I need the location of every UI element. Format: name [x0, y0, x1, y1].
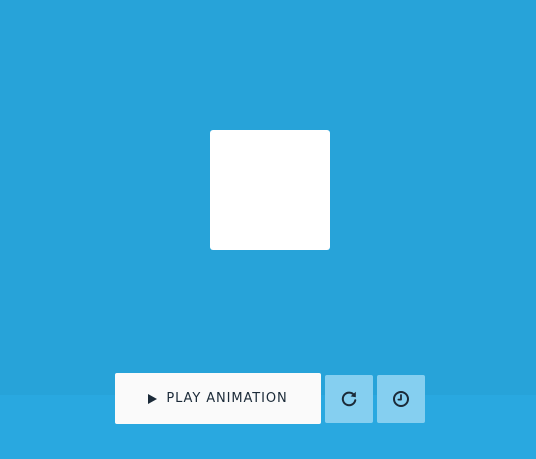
animation-controls: PLAY ANIMATION	[115, 373, 425, 424]
play-animation-button[interactable]: PLAY ANIMATION	[115, 373, 321, 424]
animated-box	[210, 130, 330, 250]
animation-stage	[0, 0, 536, 395]
play-icon	[148, 394, 158, 404]
replay-button[interactable]	[325, 375, 373, 423]
play-animation-label: PLAY ANIMATION	[166, 391, 288, 406]
clock-icon	[393, 391, 409, 407]
timing-button[interactable]	[377, 375, 425, 423]
replay-icon	[341, 391, 357, 407]
